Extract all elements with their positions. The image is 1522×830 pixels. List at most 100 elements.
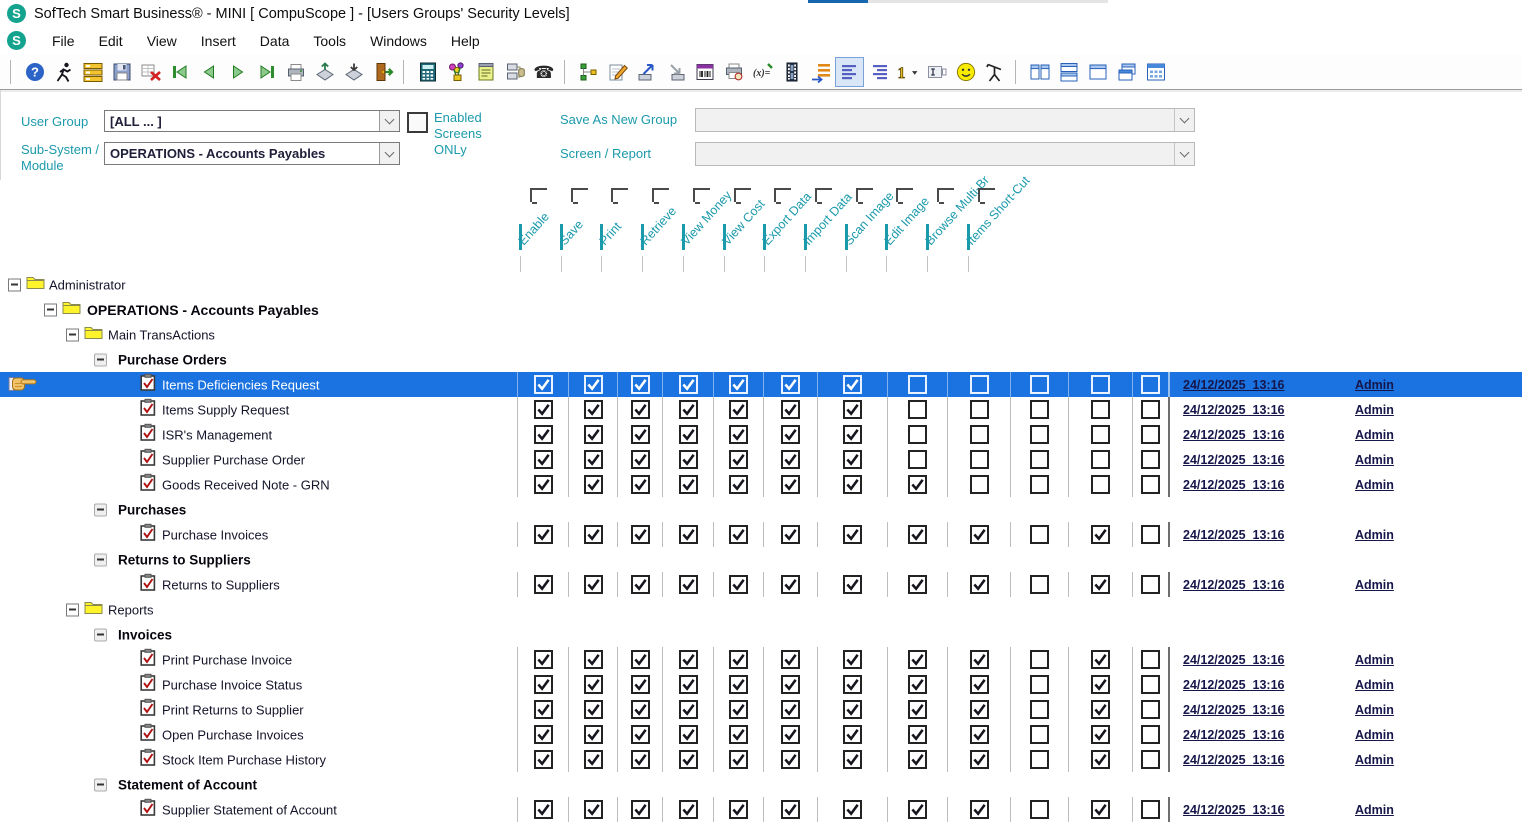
permission-checkbox-checked[interactable] [843, 700, 862, 719]
node-label-operations-accounts-payables[interactable]: OPERATIONS - Accounts Payables [87, 302, 319, 318]
permission-checkbox-checked[interactable] [679, 650, 698, 669]
tile-vertical-icon[interactable] [1025, 57, 1054, 87]
permission-checkbox-checked[interactable] [729, 750, 748, 769]
last-modified-link[interactable]: 24/12/2025 13:16 [1183, 678, 1284, 692]
node-label-returns-to-suppliers[interactable]: Returns to Suppliers [118, 552, 251, 567]
mail-send-icon[interactable] [310, 57, 339, 87]
permission-checkbox-unchecked[interactable] [1141, 575, 1160, 594]
permission-checkbox-unchecked[interactable] [970, 375, 989, 394]
permission-checkbox-checked[interactable] [679, 400, 698, 419]
permission-checkbox-checked[interactable] [781, 575, 800, 594]
last-modified-link[interactable]: 24/12/2025 13:16 [1183, 428, 1284, 442]
permission-checkbox-unchecked[interactable] [908, 375, 927, 394]
calculator-icon[interactable] [413, 57, 442, 87]
permission-checkbox-checked[interactable] [631, 800, 650, 819]
notes-icon[interactable] [471, 57, 500, 87]
tree-item-row[interactable]: Supplier Purchase Order24/12/2025 13:16A… [0, 447, 1522, 472]
node-label-print-purchase-invoice[interactable]: Print Purchase Invoice [162, 652, 292, 667]
permission-checkbox-unchecked[interactable] [970, 475, 989, 494]
permission-checkbox-checked[interactable] [679, 675, 698, 694]
last-modified-link[interactable]: 24/12/2025 13:16 [1183, 653, 1284, 667]
tree-item-row[interactable]: ISR's Management 24/12/2025 13:16 Admin [0, 422, 1522, 447]
node-label-isr-s-management[interactable]: ISR's Management [162, 427, 272, 442]
indent-list-icon[interactable] [806, 57, 835, 87]
tree-folder-row[interactable]: Main TransActions [0, 322, 1522, 347]
permission-checkbox-checked[interactable] [584, 725, 603, 744]
permission-checkbox-checked[interactable] [843, 475, 862, 494]
permission-checkbox-unchecked[interactable] [1141, 425, 1160, 444]
permission-checkbox-unchecked[interactable] [1141, 375, 1160, 394]
tree-item-row[interactable]: Purchase Invoices24/12/2025 13:16Admin [0, 522, 1522, 547]
permission-checkbox-checked[interactable] [843, 675, 862, 694]
permission-checkbox-unchecked[interactable] [1141, 650, 1160, 669]
select-all-column-4[interactable] [652, 188, 669, 202]
permission-checkbox-checked[interactable] [908, 800, 927, 819]
permission-checkbox-checked[interactable] [843, 425, 862, 444]
modified-by-link[interactable]: Admin [1355, 478, 1394, 492]
node-label-purchase-orders[interactable]: Purchase Orders [118, 352, 227, 367]
permission-checkbox-unchecked[interactable] [908, 450, 927, 469]
permission-checkbox-checked[interactable] [781, 375, 800, 394]
permission-checkbox-checked[interactable] [631, 375, 650, 394]
run-macro-icon[interactable] [49, 57, 78, 87]
permission-checkbox-checked[interactable] [584, 400, 603, 419]
chevron-down-icon[interactable] [379, 143, 399, 164]
menu-item-file[interactable]: File [40, 30, 87, 52]
tree-item-row[interactable]: Items Deficiencies Request24/12/2025 13:… [0, 372, 1522, 397]
permission-checkbox-unchecked[interactable] [1030, 725, 1049, 744]
node-label-items-supply-request[interactable]: Items Supply Request [162, 402, 289, 417]
permission-checkbox-checked[interactable] [584, 675, 603, 694]
permission-checkbox-checked[interactable] [908, 675, 927, 694]
select-all-column-7[interactable] [774, 188, 791, 202]
node-label-reports[interactable]: Reports [108, 602, 154, 617]
slides-icon[interactable] [78, 57, 107, 87]
permission-checkbox-checked[interactable] [781, 750, 800, 769]
modified-by-link[interactable]: Admin [1355, 428, 1394, 442]
collapse-expander-icon[interactable] [94, 628, 107, 641]
modified-by-link[interactable]: Admin [1355, 728, 1394, 742]
permission-checkbox-checked[interactable] [534, 375, 553, 394]
last-modified-link[interactable]: 24/12/2025 13:16 [1183, 453, 1284, 467]
node-label-invoices[interactable]: Invoices [118, 627, 172, 642]
permission-checkbox-checked[interactable] [908, 525, 927, 544]
node-label-stock-item-purchase-history[interactable]: Stock Item Purchase History [162, 752, 326, 767]
permission-checkbox-checked[interactable] [908, 650, 927, 669]
permission-checkbox-checked[interactable] [584, 425, 603, 444]
cascade-windows-icon[interactable] [1112, 57, 1141, 87]
permission-checkbox-checked[interactable] [534, 725, 553, 744]
help-icon[interactable]: ? [20, 57, 49, 87]
permission-checkbox-unchecked[interactable] [970, 450, 989, 469]
node-label-supplier-statement-of-account[interactable]: Supplier Statement of Account [162, 802, 337, 817]
permission-checkbox-checked[interactable] [584, 700, 603, 719]
permission-checkbox-unchecked[interactable] [1141, 400, 1160, 419]
mail-receive-icon[interactable] [339, 57, 368, 87]
permission-checkbox-checked[interactable] [679, 700, 698, 719]
tree-folder-row[interactable]: OPERATIONS - Accounts Payables [0, 297, 1522, 322]
node-label-print-returns-to-supplier[interactable]: Print Returns to Supplier [162, 702, 304, 717]
permission-checkbox-checked[interactable] [584, 575, 603, 594]
field-box-icon[interactable] [922, 57, 951, 87]
permission-checkbox-checked[interactable] [781, 525, 800, 544]
permission-checkbox-checked[interactable] [908, 725, 927, 744]
tree-folder-row[interactable]: Administrator [0, 272, 1522, 297]
node-label-administrator[interactable]: Administrator [49, 277, 126, 292]
permission-checkbox-checked[interactable] [908, 475, 927, 494]
permission-checkbox-checked[interactable] [843, 650, 862, 669]
permission-checkbox-unchecked[interactable] [1030, 475, 1049, 494]
permission-checkbox-unchecked[interactable] [1091, 375, 1110, 394]
permission-checkbox-checked[interactable] [534, 475, 553, 494]
select-all-column-8[interactable] [815, 188, 832, 202]
permission-checkbox-checked[interactable] [631, 400, 650, 419]
permission-checkbox-checked[interactable] [1091, 800, 1110, 819]
tree-item-row[interactable]: Open Purchase Invoices24/12/2025 13:16Ad… [0, 722, 1522, 747]
permission-checkbox-checked[interactable] [908, 575, 927, 594]
delete-record-icon[interactable] [136, 57, 165, 87]
menu-item-insert[interactable]: Insert [189, 30, 248, 52]
collapse-expander-icon[interactable] [94, 778, 107, 791]
permission-checkbox-unchecked[interactable] [1141, 800, 1160, 819]
permission-checkbox-unchecked[interactable] [970, 400, 989, 419]
permission-checkbox-checked[interactable] [679, 800, 698, 819]
permission-checkbox-checked[interactable] [534, 400, 553, 419]
import-arrow-icon[interactable] [661, 57, 690, 87]
permission-checkbox-checked[interactable] [1091, 750, 1110, 769]
